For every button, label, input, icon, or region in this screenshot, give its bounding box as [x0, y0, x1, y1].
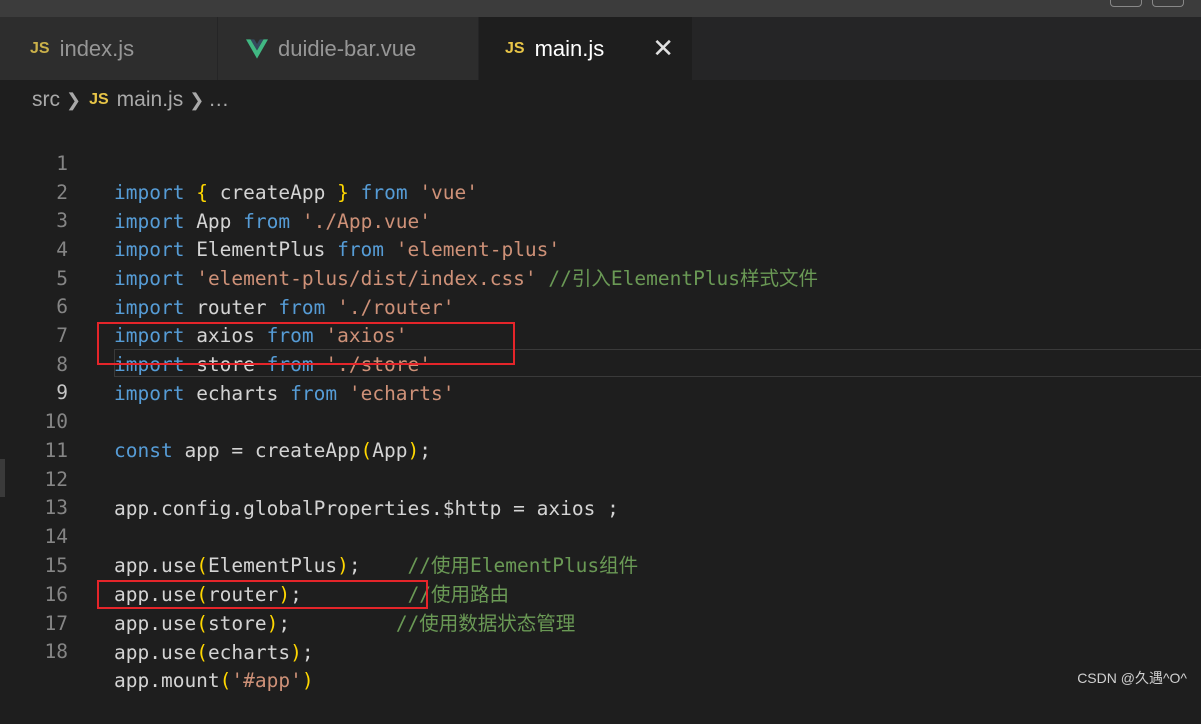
maximize-icon[interactable]: [1152, 0, 1184, 7]
code-token: (: [219, 669, 232, 692]
javascript-icon: JS: [89, 91, 109, 108]
tab-index-js[interactable]: JS index.js: [0, 17, 218, 80]
javascript-icon: JS: [505, 39, 525, 57]
tab-label: index.js: [59, 35, 135, 61]
menu-bar: [0, 0, 1201, 17]
minimize-icon[interactable]: [1110, 0, 1142, 7]
code-line: 1 import { createApp } from 'vue': [0, 120, 1201, 204]
code-line: 11: [0, 407, 1201, 462]
code-token: (: [196, 641, 208, 664]
code-line: 16 app.use(store); //使用数据状态管理: [0, 551, 1201, 635]
code-line: 13: [0, 464, 1201, 519]
code-line: 6 import axios from 'axios': [0, 263, 1201, 347]
annotation-box-import-echarts: [97, 322, 515, 365]
code-token: app.use: [114, 641, 197, 664]
chevron-right-icon: ❯: [66, 89, 82, 110]
code-line: 5 import router from './router': [0, 235, 1201, 319]
code-token: ): [290, 641, 302, 664]
chevron-right-icon: ❯: [189, 89, 205, 110]
tab-label: main.js: [534, 35, 605, 61]
code-token: echarts: [207, 641, 291, 664]
code-token: '#app': [231, 669, 302, 692]
code-line: 4 import 'element-plus/dist/index.css' /…: [0, 206, 1201, 290]
code-line: 10 const app = createApp(App);: [0, 378, 1201, 462]
code-line: 3 import ElementPlus from 'element-plus': [0, 177, 1201, 261]
tab-duidie-bar-vue[interactable]: duidie-bar.vue: [218, 17, 479, 80]
code-token: ;: [301, 641, 314, 664]
code-line: 15 app.use(router); //使用路由: [0, 522, 1201, 606]
code-line: 2 import App from './App.vue': [0, 149, 1201, 233]
annotation-box-use-echarts: [97, 580, 428, 609]
close-icon[interactable]: ✕: [652, 35, 674, 61]
vue-icon: [246, 38, 268, 59]
code-line: 7 import store from './store': [0, 292, 1201, 376]
breadcrumb: src ❯ JS main.js ❯ …: [0, 80, 1201, 120]
code-token: ): [301, 669, 314, 692]
breadcrumb-file[interactable]: main.js: [117, 88, 184, 112]
tab-main-js[interactable]: JS main.js ✕: [479, 17, 693, 80]
code-line: 18 app.mount('#app'): [0, 608, 1201, 692]
breadcrumb-more[interactable]: …: [208, 88, 229, 112]
line-number: 18: [44, 640, 68, 663]
code-line: 14 app.use(ElementPlus); //使用ElementPlus…: [0, 493, 1201, 577]
breadcrumb-folder[interactable]: src: [32, 88, 60, 112]
code-line: 12 app.config.globalProperties.$http = a…: [0, 436, 1201, 520]
watermark: CSDN @久遇^O^: [1077, 670, 1187, 686]
javascript-icon: JS: [30, 39, 50, 57]
editor-tab-bar: JS index.js duidie-bar.vue JS main.js ✕: [0, 17, 1201, 80]
tab-label: duidie-bar.vue: [278, 35, 417, 61]
code-token: app.mount: [114, 669, 220, 692]
